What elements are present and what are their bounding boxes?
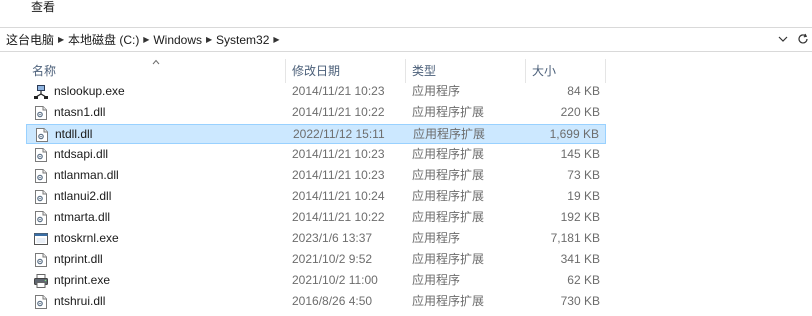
file-name: nslookup.exe <box>54 84 125 98</box>
refresh-icon[interactable] <box>796 32 810 46</box>
file-name: ntprint.exe <box>54 273 111 287</box>
file-modified-date: 2014/11/21 10:23 <box>292 168 385 182</box>
dll-file-icon <box>33 252 49 268</box>
file-modified-date: 2014/11/21 10:23 <box>292 147 385 161</box>
file-type: 应用程序扩展 <box>412 210 485 224</box>
file-row[interactable]: ntshrui.dll 2016/8/26 4:50 应用程序扩展 730 KB <box>26 292 606 312</box>
file-type: 应用程序扩展 <box>412 105 485 119</box>
file-row[interactable]: ntlanui2.dll 2014/11/21 10:24 应用程序扩展 19 KB <box>26 187 606 207</box>
file-modified-date: 2021/10/2 9:52 <box>292 252 373 266</box>
column-divider[interactable] <box>605 59 606 83</box>
file-modified-date: 2023/1/6 13:37 <box>292 231 373 245</box>
file-size: 145 KB <box>560 147 600 161</box>
file-type: 应用程序 <box>412 273 461 287</box>
file-name: ntmarta.dll <box>54 210 111 224</box>
column-name[interactable]: 名称 <box>26 59 286 83</box>
file-name: ntdsapi.dll <box>54 147 109 161</box>
file-row[interactable]: ntmarta.dll 2014/11/21 10:22 应用程序扩展 192 KB <box>26 208 606 228</box>
file-row[interactable]: ntprint.exe 2021/10/2 11:00 应用程序 62 KB <box>26 271 606 291</box>
file-row[interactable]: nslookup.exe 2014/11/21 10:23 应用程序 84 KB <box>26 82 606 102</box>
file-size: 220 KB <box>560 105 600 119</box>
chevron-down-icon[interactable] <box>776 32 790 46</box>
menu-view[interactable]: 查看 <box>31 0 55 16</box>
column-size[interactable]: 大小 <box>526 59 606 83</box>
file-name: ntoskrnl.exe <box>54 231 119 245</box>
file-size: 7,181 KB <box>550 231 600 245</box>
dll-file-icon <box>33 105 49 121</box>
file-name: ntshrui.dll <box>54 294 106 308</box>
breadcrumb-windows[interactable]: Windows <box>153 33 202 47</box>
menu-bar: 查看 <box>0 0 812 18</box>
printer-icon <box>33 273 49 289</box>
address-bar[interactable]: 这台电脑 ▶ 本地磁盘 (C:) ▶ Windows ▶ System32 ▶ <box>0 27 812 52</box>
dll-file-icon <box>33 210 49 226</box>
column-header: 名称 修改日期 类型 大小 <box>26 59 606 83</box>
file-type: 应用程序扩展 <box>413 127 486 141</box>
file-type: 应用程序 <box>412 231 461 245</box>
file-row[interactable]: ntprint.dll 2021/10/2 9:52 应用程序扩展 341 KB <box>26 250 606 270</box>
file-modified-date: 2014/11/21 10:22 <box>292 105 385 119</box>
file-size: 341 KB <box>560 252 600 266</box>
column-modified[interactable]: 修改日期 <box>286 59 406 83</box>
file-size: 84 KB <box>567 84 600 98</box>
file-row[interactable]: ntdsapi.dll 2014/11/21 10:23 应用程序扩展 145 KB <box>26 145 606 165</box>
file-row-selected[interactable]: ntdll.dll 2022/11/12 15:11 应用程序扩展 1,699 KB <box>26 124 606 144</box>
dll-file-icon <box>34 127 50 143</box>
breadcrumb-local-disk[interactable]: 本地磁盘 (C:) <box>68 31 139 48</box>
file-type: 应用程序 <box>412 84 461 98</box>
breadcrumb: 这台电脑 ▶ 本地磁盘 (C:) ▶ Windows ▶ System32 ▶ <box>6 28 283 51</box>
file-type: 应用程序扩展 <box>412 252 485 266</box>
file-modified-date: 2016/8/26 4:50 <box>292 294 373 308</box>
file-modified-date: 2014/11/21 10:24 <box>292 189 385 203</box>
file-size: 73 KB <box>567 168 600 182</box>
file-name: ntprint.dll <box>54 252 103 266</box>
breadcrumb-system32[interactable]: System32 <box>216 33 269 47</box>
file-name: ntlanman.dll <box>54 168 119 182</box>
file-type: 应用程序扩展 <box>412 168 485 182</box>
file-size: 19 KB <box>567 189 600 203</box>
dll-file-icon <box>33 189 49 205</box>
file-size: 730 KB <box>560 294 600 308</box>
file-name: ntdll.dll <box>55 127 93 141</box>
file-modified-date: 2014/11/21 10:22 <box>292 210 385 224</box>
column-type[interactable]: 类型 <box>406 59 526 83</box>
file-type: 应用程序扩展 <box>412 147 485 161</box>
network-app-icon <box>33 84 49 100</box>
file-size: 1,699 KB <box>549 127 599 141</box>
file-size: 192 KB <box>560 210 600 224</box>
file-type: 应用程序扩展 <box>412 189 485 203</box>
file-name: ntlanui2.dll <box>54 189 112 203</box>
file-row[interactable]: ntoskrnl.exe 2023/1/6 13:37 应用程序 7,181 KB <box>26 229 606 249</box>
file-modified-date: 2014/11/21 10:23 <box>292 84 385 98</box>
file-type: 应用程序扩展 <box>412 294 485 308</box>
file-row[interactable]: ntlanman.dll 2014/11/21 10:23 应用程序扩展 73 KB <box>26 166 606 186</box>
chevron-right-icon[interactable]: ▶ <box>269 35 283 44</box>
chevron-right-icon[interactable]: ▶ <box>54 35 68 44</box>
dll-file-icon <box>33 147 49 163</box>
file-modified-date: 2021/10/2 11:00 <box>292 273 378 287</box>
dll-file-icon <box>33 168 49 184</box>
chevron-right-icon[interactable]: ▶ <box>139 35 153 44</box>
file-row[interactable]: ntasn1.dll 2014/11/21 10:22 应用程序扩展 220 KB <box>26 103 606 123</box>
dll-file-icon <box>33 294 49 310</box>
file-size: 62 KB <box>567 273 600 287</box>
file-name: ntasn1.dll <box>54 105 106 119</box>
chevron-right-icon[interactable]: ▶ <box>202 35 216 44</box>
app-window-icon <box>33 231 49 247</box>
breadcrumb-this-pc[interactable]: 这台电脑 <box>6 31 54 48</box>
file-modified-date: 2022/11/12 15:11 <box>293 127 385 141</box>
